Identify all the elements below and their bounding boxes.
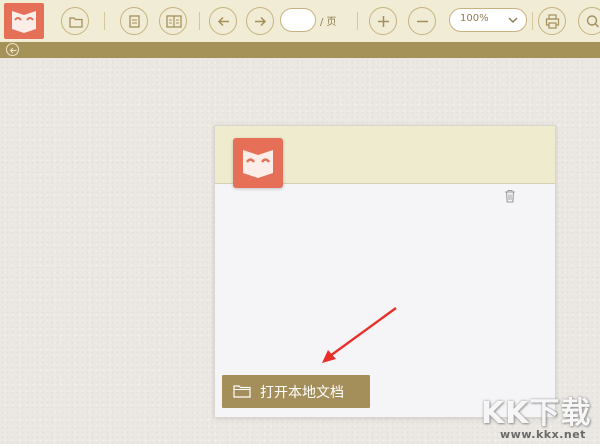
toolbar-separator	[199, 12, 200, 30]
print-button[interactable]	[538, 7, 566, 35]
folder-icon	[233, 385, 251, 398]
toolbar: / 页 100%	[0, 0, 600, 43]
page-total-label: / 页	[320, 17, 337, 28]
open-local-document-button[interactable]: 打开本地文档	[222, 375, 370, 408]
page-number-input[interactable]	[280, 8, 316, 32]
trash-icon[interactable]	[504, 189, 516, 203]
next-page-button[interactable]	[246, 7, 274, 35]
folder-icon	[69, 17, 83, 28]
arrow-right-icon	[255, 16, 267, 27]
zoom-out-button[interactable]	[408, 7, 436, 35]
zoom-in-button[interactable]	[369, 7, 397, 35]
double-page-button[interactable]	[159, 7, 187, 35]
arrow-left-circle-icon	[9, 47, 17, 54]
open-folder-button[interactable]	[61, 7, 89, 35]
toolbar-separator	[532, 12, 533, 30]
watermark-logo: KK下载	[481, 396, 592, 431]
single-page-icon	[129, 15, 140, 28]
book-logo-icon	[233, 138, 283, 188]
arrow-left-icon	[217, 16, 229, 27]
zoom-level-value: 100%	[460, 13, 489, 24]
single-page-button[interactable]	[120, 7, 148, 35]
red-arrow-annotation	[322, 307, 397, 363]
minus-icon	[417, 20, 428, 23]
open-document-card: 打开本地文档	[214, 125, 556, 418]
toolbar-separator	[357, 12, 358, 30]
zoom-level-select[interactable]: 100%	[449, 8, 527, 32]
book-logo-icon[interactable]	[4, 3, 44, 39]
double-page-icon	[166, 15, 182, 28]
toolbar-separator	[104, 12, 105, 30]
previous-page-button[interactable]	[209, 7, 237, 35]
search-button[interactable]	[578, 7, 600, 35]
navigation-bar	[0, 42, 600, 58]
chevron-down-icon	[508, 17, 518, 23]
plus-icon	[378, 16, 389, 27]
open-local-document-label: 打开本地文档	[260, 384, 344, 401]
watermark-url: www.kkx.net	[500, 428, 586, 441]
back-button[interactable]	[6, 43, 19, 56]
search-icon	[586, 15, 599, 28]
printer-icon	[545, 14, 560, 29]
